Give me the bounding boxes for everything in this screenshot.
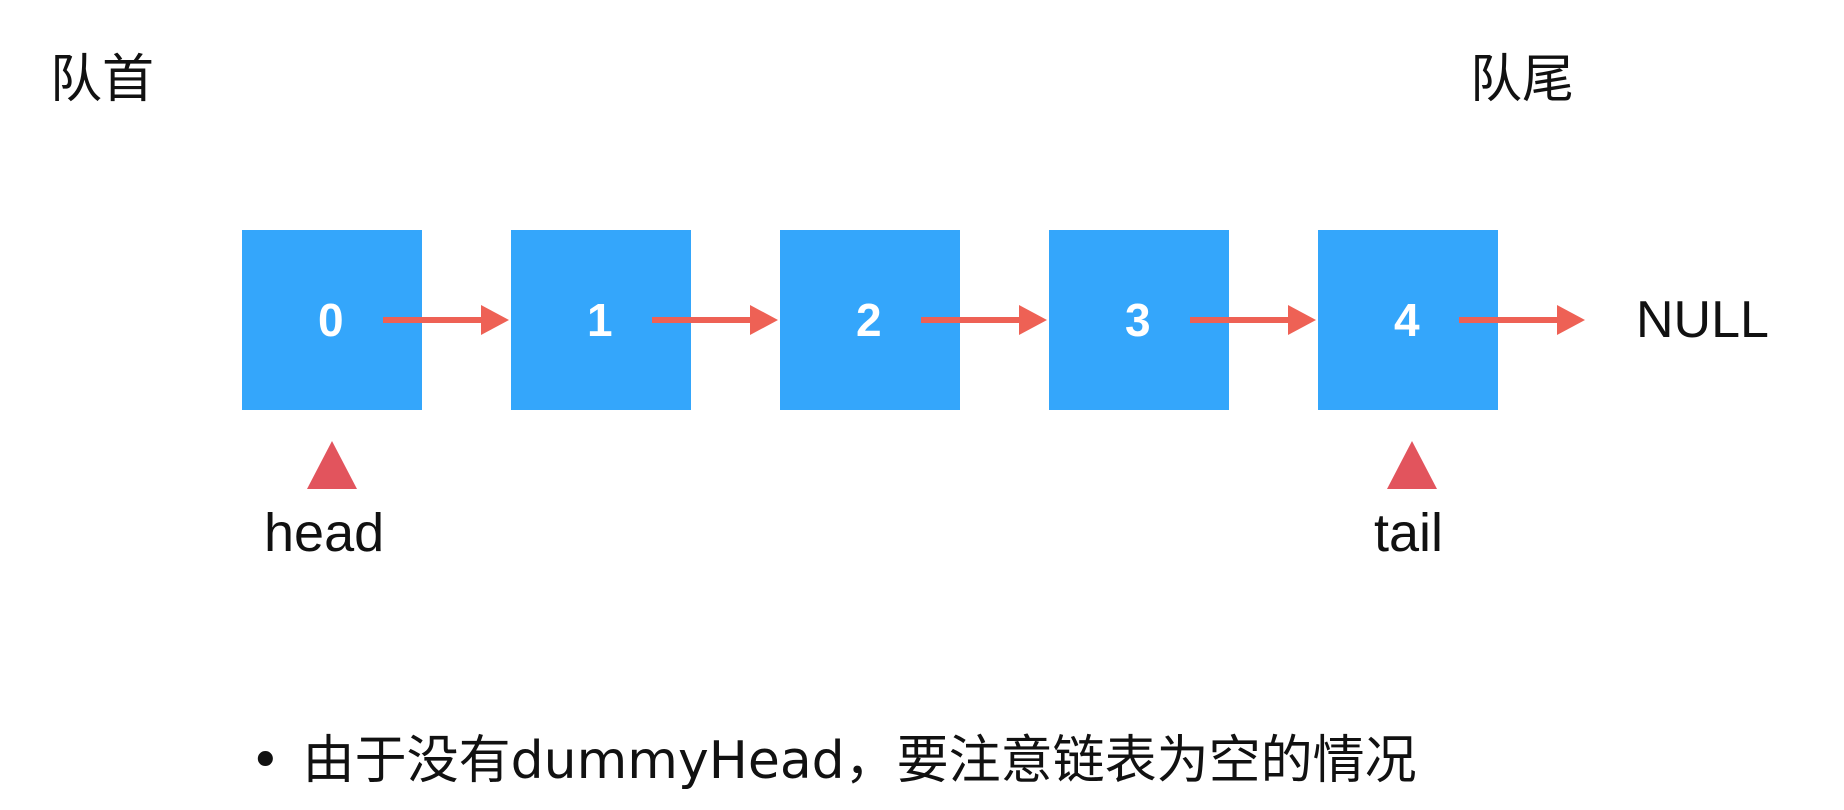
- tail-label: tail: [1374, 503, 1444, 563]
- list-node-2: 2: [780, 230, 960, 410]
- note-text: 由于没有dummyHead，要注意链表为空的情况: [302, 731, 1417, 791]
- note: • 由于没有dummyHead，要注意链表为空的情况: [250, 728, 1417, 794]
- list-node-1: 1: [511, 230, 691, 410]
- list-node-0: 0: [242, 230, 422, 410]
- tail-pointer-icon: [1387, 441, 1437, 489]
- list-node-4: 4: [1318, 230, 1498, 410]
- queue-head-label: 队首: [50, 50, 155, 110]
- bullet: •: [250, 731, 281, 791]
- head-label: head: [264, 503, 385, 563]
- queue-tail-label: 队尾: [1470, 50, 1575, 110]
- null-label: NULL: [1636, 291, 1769, 349]
- head-pointer-icon: [307, 441, 357, 489]
- list-node-3: 3: [1049, 230, 1229, 410]
